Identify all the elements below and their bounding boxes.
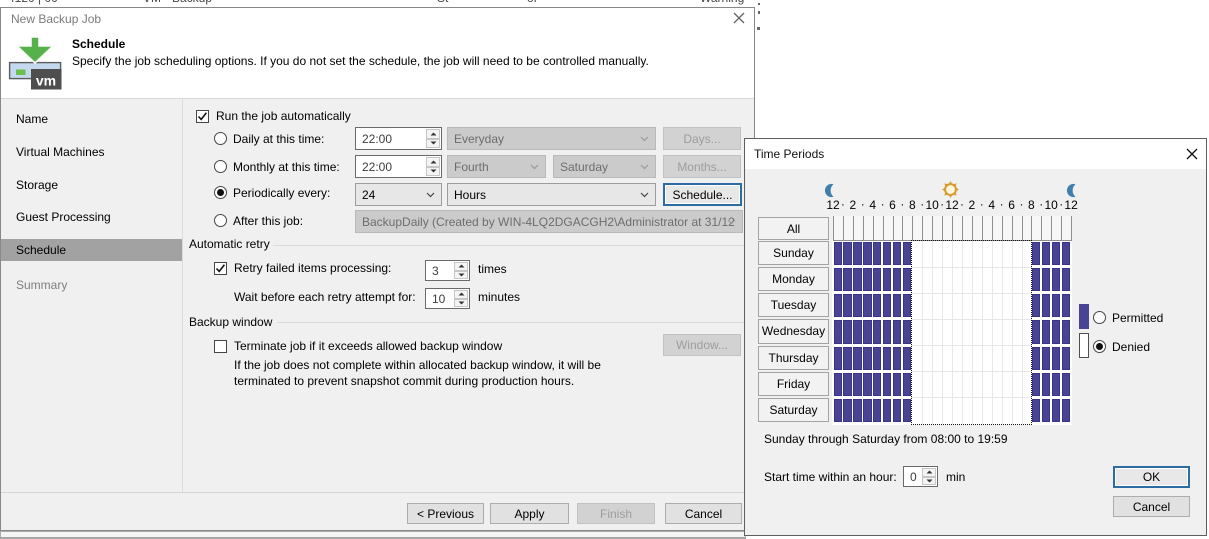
svg-text:vm: vm: [36, 73, 56, 89]
